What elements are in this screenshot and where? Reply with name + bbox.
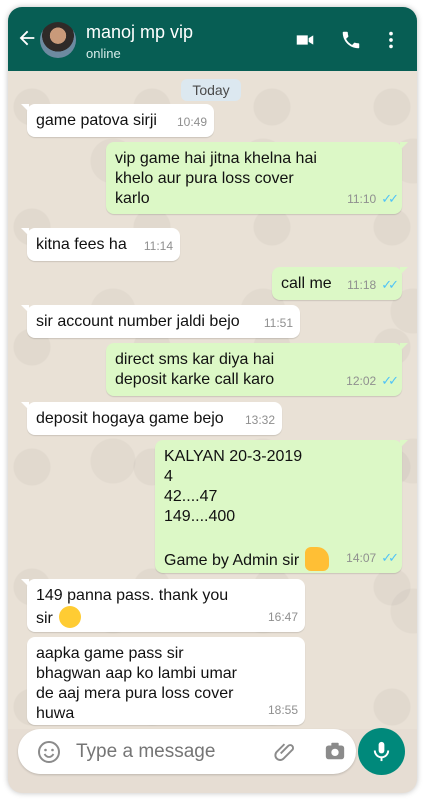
bubble-tail <box>21 402 29 410</box>
mic-icon <box>373 741 390 762</box>
kiss-face-emoji <box>58 606 81 628</box>
message-input[interactable] <box>74 740 258 764</box>
message-text: 149 panna pass. thank you sir <box>36 586 228 629</box>
message-bubble-incoming[interactable]: kitna fees ha 11:14 <box>21 228 180 261</box>
more-options-icon[interactable] <box>379 29 403 51</box>
message-text: direct sms kar diya hai deposit karke ca… <box>115 351 275 388</box>
read-ticks-icon: ✓✓ <box>381 277 399 292</box>
back-arrow-icon[interactable] <box>16 27 38 49</box>
message-time: 18:55 <box>267 703 298 717</box>
message-text: kitna fees ha <box>36 236 127 253</box>
read-ticks-icon: ✓✓ <box>381 191 399 206</box>
message-bubble-outgoing[interactable]: direct sms kar diya hai deposit karke ca… <box>106 343 408 396</box>
bubble-tail <box>21 305 29 313</box>
thumbs-up-emoji <box>305 547 330 571</box>
message-text-content: KALYAN 20-3-2019 4 42....47 149....400 G… <box>164 448 303 569</box>
message-text: sir account number jaldi bejo <box>36 313 240 330</box>
message-time: 14:07 ✓✓ <box>346 548 399 568</box>
message-time: 10:49 <box>176 115 207 129</box>
message-time: 11:10 ✓✓ <box>347 189 399 209</box>
video-call-icon[interactable] <box>293 29 317 51</box>
phone-icon[interactable] <box>339 29 363 51</box>
time-label: 12:02 <box>346 374 377 388</box>
read-ticks-icon: ✓✓ <box>381 550 399 565</box>
message-composer <box>18 729 356 774</box>
message-time: 16:47 <box>267 610 298 624</box>
message-text: game patova sirji <box>36 112 157 129</box>
message-bubble-outgoing[interactable]: KALYAN 20-3-2019 4 42....47 149....400 G… <box>155 440 408 573</box>
date-separator: Today <box>181 79 241 101</box>
message-text: vip game hai jitna khelna hai khelo aur … <box>115 150 317 207</box>
bubble-tail <box>400 267 408 275</box>
bubble-tail <box>400 440 408 448</box>
message-bubble-incoming[interactable]: aapka game pass sir bhagwan aap ko lambi… <box>27 637 305 725</box>
read-ticks-icon: ✓✓ <box>381 373 399 388</box>
contact-status: online <box>86 46 121 61</box>
time-label: 11:18 <box>347 278 377 292</box>
message-time: 11:18 ✓✓ <box>347 275 399 295</box>
bubble-tail <box>21 104 29 112</box>
emoji-icon[interactable] <box>37 740 61 764</box>
message-text: deposit hogaya game bejo <box>36 410 224 427</box>
time-label: 14:07 <box>346 551 377 565</box>
message-bubble-outgoing[interactable]: vip game hai jitna khelna hai khelo aur … <box>106 142 408 214</box>
message-time: 11:14 <box>143 239 173 253</box>
bubble-tail <box>400 343 408 351</box>
message-bubble-incoming[interactable]: 149 panna pass. thank you sir 16:47 <box>21 579 305 632</box>
message-time: 13:32 <box>244 413 275 427</box>
time-label: 11:10 <box>347 192 377 206</box>
message-bubble-incoming[interactable]: game patova sirji 10:49 <box>21 104 214 137</box>
message-time: 11:51 <box>263 316 293 330</box>
message-text: KALYAN 20-3-2019 4 42....47 149....400 G… <box>164 447 330 571</box>
message-bubble-incoming[interactable]: sir account number jaldi bejo 11:51 <box>21 305 300 338</box>
message-time: 12:02 ✓✓ <box>346 371 399 391</box>
message-list[interactable]: Today game patova sirji 10:49 vip game h… <box>8 71 417 729</box>
chat-header: manoj mp vip online <box>8 7 417 71</box>
bubble-tail <box>400 142 408 150</box>
message-text: aapka game pass sir bhagwan aap ko lambi… <box>36 645 238 722</box>
whatsapp-chat-screen: manoj mp vip online Today game patova si… <box>8 7 417 793</box>
mic-button[interactable] <box>358 728 405 775</box>
attach-icon[interactable] <box>274 740 297 763</box>
bubble-tail <box>21 579 29 587</box>
message-bubble-incoming[interactable]: deposit hogaya game bejo 13:32 <box>21 402 282 435</box>
bubble-tail <box>21 228 29 236</box>
contact-avatar[interactable] <box>40 22 76 58</box>
message-text: call me <box>281 275 332 292</box>
message-bubble-outgoing[interactable]: call me 11:18 ✓✓ <box>272 267 408 300</box>
camera-icon[interactable] <box>323 740 347 762</box>
contact-name[interactable]: manoj mp vip <box>86 22 193 42</box>
